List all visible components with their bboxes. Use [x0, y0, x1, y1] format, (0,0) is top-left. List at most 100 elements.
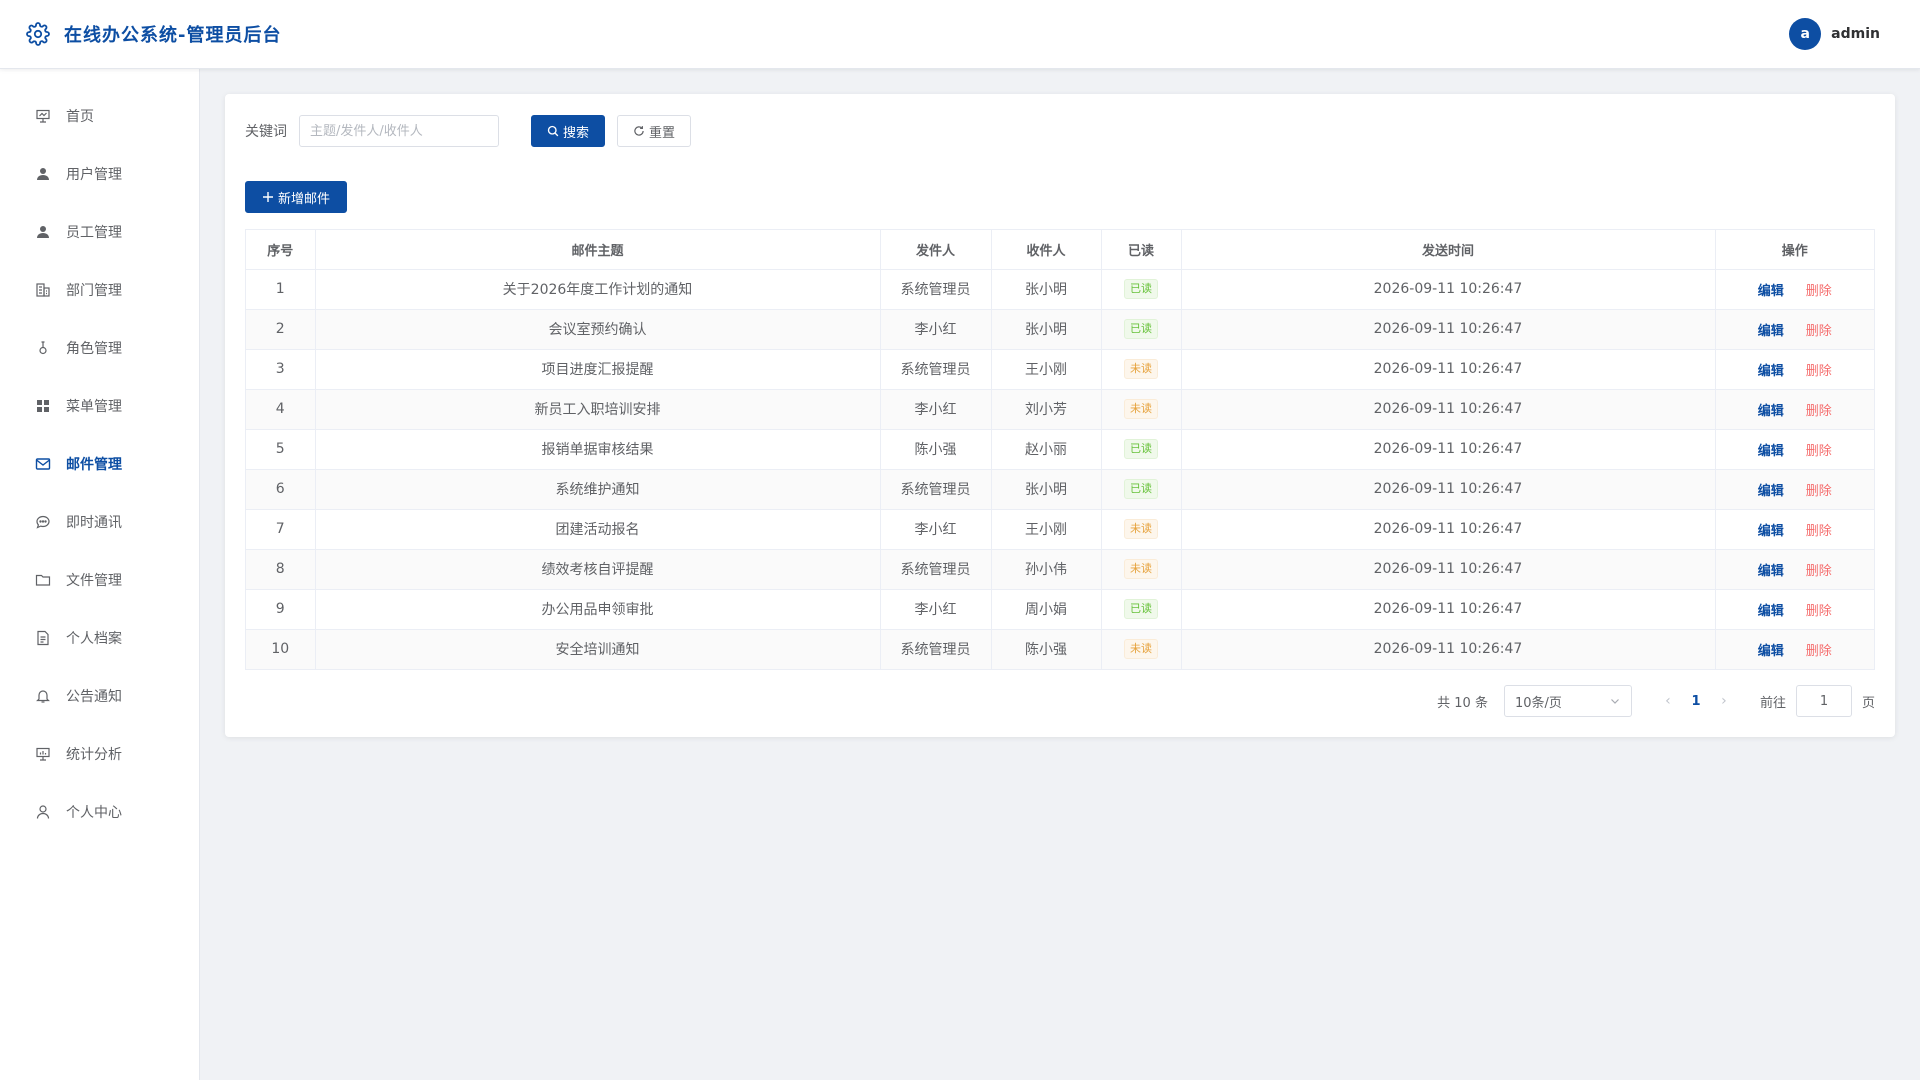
delete-button[interactable]: 删除 — [1806, 324, 1832, 339]
cell-actions: 编辑 删除 — [1715, 509, 1874, 550]
sidebar-item-6[interactable]: 菜单管理 — [0, 377, 199, 435]
cell-read: 已读 — [1101, 589, 1182, 630]
cell-send-time: 2026-09-11 10:26:47 — [1181, 269, 1716, 310]
cell-subject: 报销单据审核结果 — [315, 429, 881, 470]
sidebar-item-9[interactable]: 文件管理 — [0, 551, 199, 609]
edit-button[interactable]: 编辑 — [1758, 604, 1784, 619]
cell-subject: 会议室预约确认 — [315, 309, 881, 350]
sidebar-item-2[interactable]: 用户管理 — [0, 145, 199, 203]
cell-receiver: 陈小强 — [991, 629, 1102, 669]
sidebar-item-7[interactable]: 邮件管理 — [0, 435, 199, 493]
username[interactable]: admin — [1831, 26, 1880, 42]
column-header: 发送时间 — [1181, 230, 1716, 270]
edit-button[interactable]: 编辑 — [1758, 444, 1784, 459]
cell-subject: 绩效考核自评提醒 — [315, 549, 881, 590]
sidebar-item-label: 公告通知 — [66, 689, 122, 705]
sidebar-item-label: 部门管理 — [66, 283, 122, 299]
prev-page-button[interactable]: ‹ — [1656, 693, 1680, 709]
avatar[interactable]: a — [1789, 18, 1822, 50]
table-row: 8 绩效考核自评提醒 系统管理员 孙小伟 未读 2026-09-11 10:26:47 编辑… — [246, 549, 1874, 590]
sidebar-item-label: 文件管理 — [66, 573, 122, 589]
cell-send-time: 2026-09-11 10:26:47 — [1181, 469, 1716, 510]
grid-icon — [34, 397, 52, 415]
search-button[interactable]: 搜索 — [531, 115, 605, 147]
pagination: 共 10 条 10条/页 ‹ 1 › 前往 页 — [1437, 685, 1875, 717]
page-size-select[interactable]: 10条/页 — [1503, 685, 1632, 717]
sidebar-item-label: 个人中心 — [66, 805, 122, 821]
edit-button[interactable]: 编辑 — [1758, 364, 1784, 379]
delete-button[interactable]: 删除 — [1806, 644, 1832, 659]
read-status-badge: 已读 — [1124, 599, 1158, 619]
read-status-badge: 未读 — [1124, 519, 1158, 539]
sidebar-item-11[interactable]: 公告通知 — [0, 667, 199, 725]
user-menu[interactable]: a admin — [1789, 18, 1880, 50]
cell-sender: 陈小强 — [880, 429, 992, 470]
cell-sender: 系统管理员 — [880, 629, 992, 669]
delete-button[interactable]: 删除 — [1806, 284, 1832, 299]
document-icon — [34, 629, 52, 647]
bell-icon — [34, 687, 52, 705]
next-page-button[interactable]: › — [1712, 693, 1736, 709]
read-status-badge: 未读 — [1124, 559, 1158, 579]
edit-button[interactable]: 编辑 — [1758, 644, 1784, 659]
chart-board-icon — [34, 745, 52, 763]
search-bar: 关键词 搜索 重置 — [245, 115, 1875, 147]
cell-actions: 编辑 删除 — [1715, 309, 1874, 350]
cell-read: 未读 — [1101, 629, 1182, 669]
user-icon — [34, 223, 52, 241]
delete-button[interactable]: 删除 — [1806, 524, 1832, 539]
edit-button[interactable]: 编辑 — [1758, 564, 1784, 579]
sidebar-item-3[interactable]: 员工管理 — [0, 203, 199, 261]
cell-send-time: 2026-09-11 10:26:47 — [1181, 549, 1716, 590]
delete-button[interactable]: 删除 — [1806, 404, 1832, 419]
keyword-input[interactable] — [299, 115, 499, 147]
delete-button[interactable]: 删除 — [1806, 484, 1832, 499]
add-mail-button[interactable]: 新增邮件 — [245, 181, 347, 213]
cell-sender: 系统管理员 — [880, 549, 992, 590]
cell-index: 1 — [246, 269, 316, 310]
page-number-current[interactable]: 1 — [1680, 694, 1712, 709]
delete-button[interactable]: 删除 — [1806, 564, 1832, 579]
brand: 在线办公系统-管理员后台 — [24, 20, 281, 48]
page-suffix: 页 — [1861, 695, 1875, 711]
sidebar-item-13[interactable]: 个人中心 — [0, 783, 199, 841]
cell-send-time: 2026-09-11 10:26:47 — [1181, 309, 1716, 350]
sidebar-item-8[interactable]: 即时通讯 — [0, 493, 199, 551]
sidebar-item-1[interactable]: 首页 — [0, 87, 199, 145]
cell-index: 4 — [246, 389, 316, 430]
cell-sender: 李小红 — [880, 389, 992, 430]
cell-actions: 编辑 删除 — [1715, 429, 1874, 470]
cell-receiver: 周小娟 — [991, 589, 1102, 630]
sidebar-item-label: 即时通讯 — [66, 515, 122, 531]
total-count: 共 10 条 — [1437, 695, 1488, 711]
cell-subject: 新员工入职培训安排 — [315, 389, 881, 430]
reset-button[interactable]: 重置 — [617, 115, 691, 147]
sidebar-item-10[interactable]: 个人档案 — [0, 609, 199, 667]
sidebar-item-4[interactable]: 部门管理 — [0, 261, 199, 319]
refresh-icon — [634, 126, 644, 136]
edit-button[interactable]: 编辑 — [1758, 524, 1784, 539]
read-status-badge: 已读 — [1124, 479, 1158, 499]
cell-sender: 系统管理员 — [880, 349, 992, 390]
delete-button[interactable]: 删除 — [1806, 604, 1832, 619]
cell-read: 已读 — [1101, 269, 1182, 310]
sidebar-item-5[interactable]: 角色管理 — [0, 319, 199, 377]
sidebar-item-12[interactable]: 统计分析 — [0, 725, 199, 783]
delete-button[interactable]: 删除 — [1806, 444, 1832, 459]
delete-button[interactable]: 删除 — [1806, 364, 1832, 379]
edit-button[interactable]: 编辑 — [1758, 404, 1784, 419]
edit-button[interactable]: 编辑 — [1758, 484, 1784, 499]
edit-button[interactable]: 编辑 — [1758, 284, 1784, 299]
cell-sender: 李小红 — [880, 589, 992, 630]
read-status-badge: 已读 — [1124, 439, 1158, 459]
table-row: 1 关于2026年度工作计划的通知 系统管理员 张小明 已读 2026-09-11 10:… — [246, 269, 1874, 310]
person-outline-icon — [34, 803, 52, 821]
mail-icon — [34, 455, 52, 473]
goto-page-input[interactable] — [1795, 685, 1852, 717]
edit-button[interactable]: 编辑 — [1758, 324, 1784, 339]
sidebar: 首页 用户管理 员工管理部门管理角色管理 菜单管理 邮件管理即时通讯文件管理个人档案公告… — [0, 69, 200, 1080]
sidebar-item-label: 统计分析 — [66, 747, 122, 763]
cell-read: 已读 — [1101, 429, 1182, 470]
cell-actions: 编辑 删除 — [1715, 589, 1874, 630]
reset-button-label: 重置 — [648, 125, 675, 141]
